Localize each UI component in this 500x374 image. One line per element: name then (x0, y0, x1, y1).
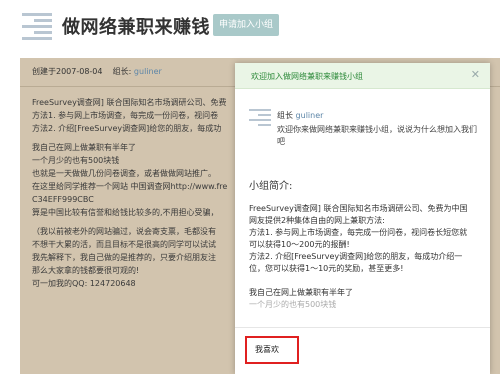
intro-body: FreeSurvey调查网] 联合国际知名市场调研公司、免费为中国 网友提供2种… (249, 203, 481, 311)
intro-line: 方法1. 参与网上市场调查，每完成一份问卷，视问卷长短您就 (249, 228, 468, 237)
post-meta: 创建于2007-08-04 组长: guliner (32, 66, 162, 77)
reply-area: 我喜欢 (235, 327, 490, 374)
join-group-button[interactable]: 申请加入小组 (213, 14, 279, 36)
intro-heading: 小组简介: (249, 181, 293, 192)
dialog-owner: 组长 guliner (277, 110, 323, 121)
intro-line: 位，您可以获得1～10元的奖励，甚至更多! (249, 264, 404, 273)
intro-line: 一个月少的也有500块钱 (249, 300, 337, 309)
intro-line: FreeSurvey调查网] 联合国际知名市场调研公司、免费为中国 (249, 204, 468, 213)
welcome-message: 欢迎你来做网络兼职来赚钱小组，说说为什么想加入我们吧 (277, 125, 477, 146)
join-group-dialog: 欢迎加入做网络兼职来赚钱小组 ✕ 组长 guliner 欢迎你来做网络兼职来赚钱… (235, 63, 490, 374)
intro-line: 可以获得10～200元的报酬! (249, 240, 350, 249)
intro-line: 我自己在网上做兼职有半年了 (249, 288, 353, 297)
group-logo-icon (22, 10, 52, 40)
reply-input[interactable]: 我喜欢 (245, 336, 299, 364)
post-owner-label: 组长: (112, 67, 132, 76)
intro-line: 网友提供2种集体自由的网上兼职方法: (249, 216, 385, 225)
post-owner-link[interactable]: guliner (134, 67, 162, 76)
dialog-title: 欢迎加入做网络兼职来赚钱小组 (251, 72, 363, 81)
owner-avatar (249, 107, 271, 129)
post-created: 创建于2007-08-04 (32, 67, 103, 76)
dialog-header: 欢迎加入做网络兼职来赚钱小组 ✕ (235, 63, 490, 89)
close-icon[interactable]: ✕ (471, 68, 480, 81)
intro-line: 方法2. 介绍[FreeSurvey调查网]给您的朋友，每成功介绍一 (249, 252, 463, 261)
page-title: 做网络兼职来赚钱 (62, 17, 210, 38)
dialog-owner-label: 组长 (277, 111, 293, 120)
dialog-owner-link[interactable]: guliner (296, 111, 324, 120)
